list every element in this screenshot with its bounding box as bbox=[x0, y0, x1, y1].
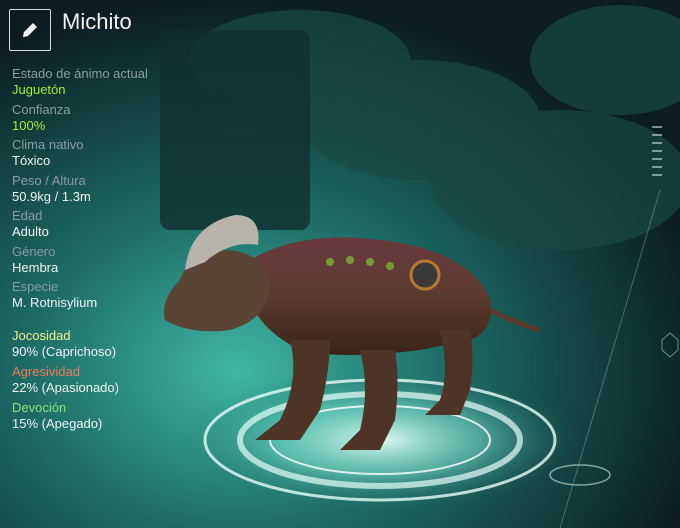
stat-value: Tóxico bbox=[12, 153, 51, 168]
stat-value: M. Rotnisylium bbox=[12, 295, 98, 310]
trait-value: 90% (Caprichoso) bbox=[12, 344, 117, 359]
stats-panel: Estado de ánimo actual Juguetón Confianz… bbox=[12, 66, 212, 315]
stat-value: 100% bbox=[12, 117, 46, 133]
stat-label: Especie bbox=[12, 279, 59, 294]
stat-gender: Género Hembra bbox=[12, 244, 212, 280]
trait-label: Agresividad bbox=[12, 364, 80, 379]
stat-label: Clima nativo bbox=[12, 137, 84, 152]
stat-value: Adulto bbox=[12, 224, 49, 239]
trait-value: 15% (Apegado) bbox=[12, 416, 103, 431]
stat-value: Hembra bbox=[12, 259, 59, 275]
trait-devotion: Devoción 15% (Apegado) bbox=[12, 400, 232, 436]
trait-playfulness: Jocosidad 90% (Caprichoso) bbox=[12, 328, 232, 364]
stat-value: 50.9kg / 1.3m bbox=[12, 188, 91, 204]
stat-mood: Estado de ánimo actual Juguetón bbox=[12, 66, 212, 102]
stat-climate: Clima nativo Tóxico bbox=[12, 137, 212, 173]
trait-label: Jocosidad bbox=[12, 328, 71, 343]
stat-label: Edad bbox=[12, 208, 43, 223]
personality-panel: Jocosidad 90% (Caprichoso) Agresividad 2… bbox=[12, 328, 232, 436]
stat-label: Confianza bbox=[12, 101, 71, 117]
stat-label: Estado de ánimo actual bbox=[12, 66, 148, 81]
trait-value: 22% (Apasionado) bbox=[12, 380, 119, 395]
trait-aggression: Agresividad 22% (Apasionado) bbox=[12, 364, 232, 400]
stat-age: Edad Adulto bbox=[12, 208, 212, 244]
stat-label: Género bbox=[12, 243, 56, 259]
stat-label: Peso / Altura bbox=[12, 172, 86, 188]
stat-species: Especie M. Rotnisylium bbox=[12, 279, 212, 315]
trait-label: Devoción bbox=[12, 400, 67, 415]
stat-weight-height: Peso / Altura 50.9kg / 1.3m bbox=[12, 173, 212, 209]
stat-value: Juguetón bbox=[12, 82, 66, 97]
creature-name: Michito bbox=[62, 9, 132, 34]
pencil-icon bbox=[23, 23, 37, 37]
stat-trust: Confianza 100% bbox=[12, 102, 212, 138]
edit-name-button[interactable] bbox=[9, 9, 51, 51]
